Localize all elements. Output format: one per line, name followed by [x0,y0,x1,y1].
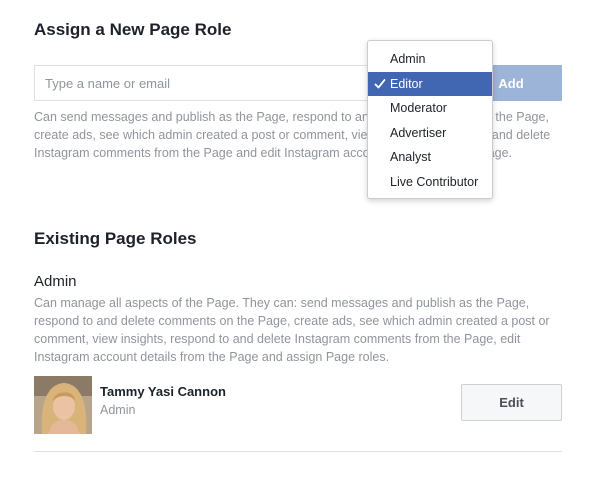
role-option-label: Admin [390,52,426,67]
role-dropdown-menu: Admin Editor Moderator Advertiser Analys… [367,40,493,199]
edit-button[interactable]: Edit [461,384,562,421]
user-role: Admin [100,403,136,417]
role-option-advertiser[interactable]: Advertiser [368,121,492,146]
role-option-analyst[interactable]: Analyst [368,145,492,170]
user-name: Tammy Yasi Cannon [100,384,226,399]
role-option-label: Editor [390,76,423,91]
admin-role-description: Can manage all aspects of the Page. They… [34,296,550,364]
existing-roles-title: Existing Page Roles [34,229,197,248]
role-option-live-contributor[interactable]: Live Contributor [368,170,492,195]
role-option-moderator[interactable]: Moderator [368,96,492,121]
divider [34,451,562,452]
avatar [34,376,92,434]
role-option-label: Live Contributor [390,174,479,189]
role-option-admin[interactable]: Admin [368,47,492,72]
assign-role-title: Assign a New Page Role [34,20,232,39]
role-option-label: Advertiser [390,125,447,140]
role-option-editor[interactable]: Editor [368,71,492,96]
role-option-label: Analyst [390,150,431,165]
role-heading: Admin [34,273,77,290]
role-option-label: Moderator [390,101,447,116]
checkmark-icon [374,78,386,88]
avatar-photo [34,376,92,434]
